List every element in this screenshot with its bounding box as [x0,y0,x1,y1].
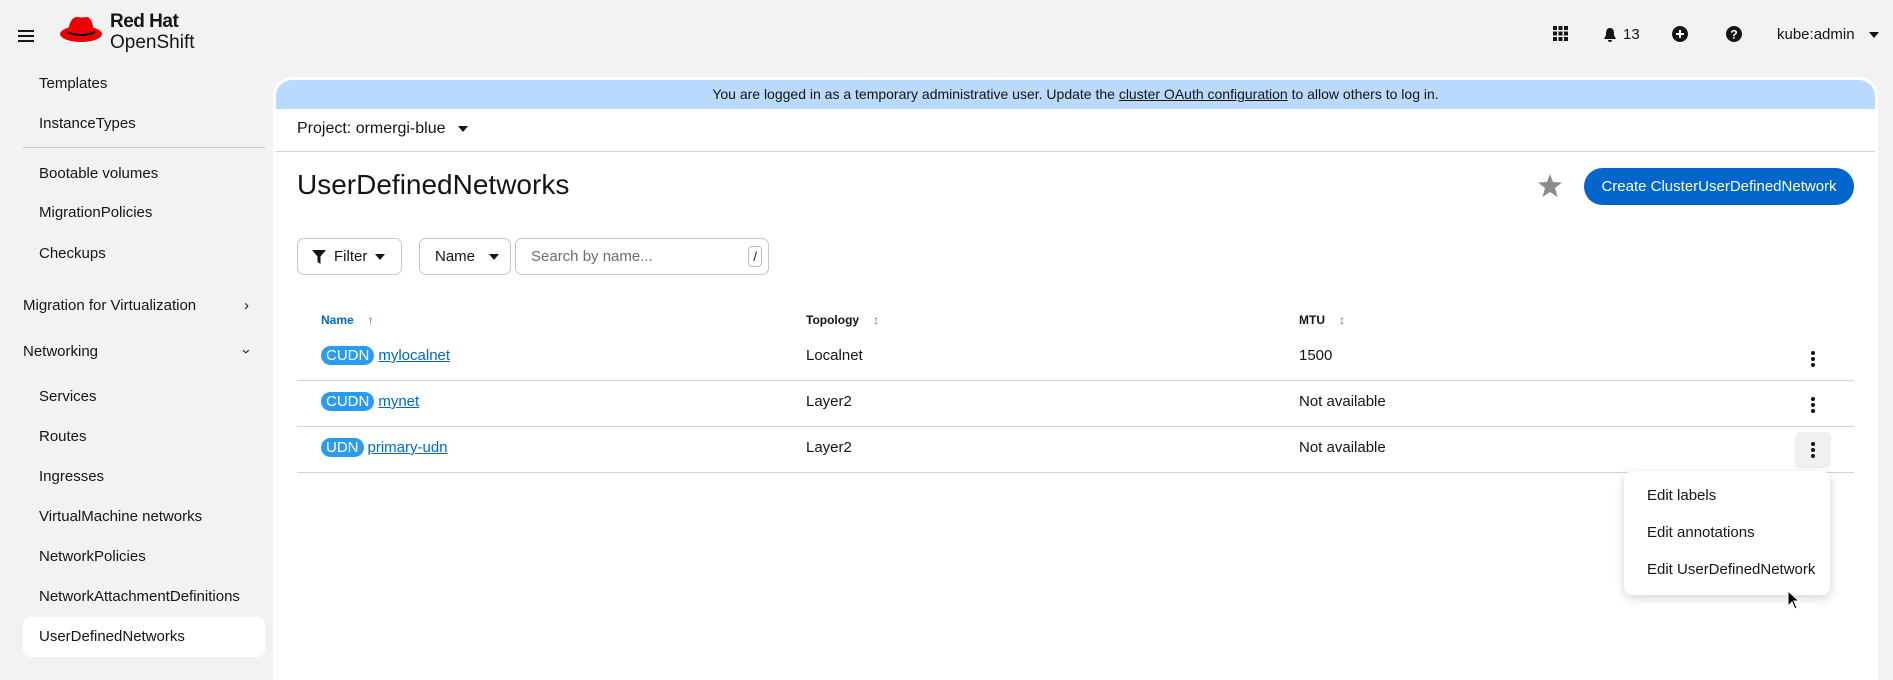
redhat-fedora-icon [60,16,102,42]
user-menu[interactable]: kube:admin [1777,26,1879,43]
sort-icon: ↕ [1339,313,1345,327]
sidebar-item-routes[interactable]: Routes [39,428,87,445]
logo[interactable]: Red Hat OpenShift [58,12,195,54]
menu-item-edit-udn[interactable]: Edit UserDefinedNetwork [1647,561,1815,578]
column-label: Topology [806,313,860,327]
table-row: CUDN mynet Layer2 Not available [297,381,1854,427]
favorite-star-icon[interactable] [1538,174,1562,197]
sidebar-item-services[interactable]: Services [39,388,97,405]
sidebar-group-migration[interactable]: Migration for Virtualization › [23,297,249,314]
notifications-button[interactable]: 13 [1603,26,1640,43]
column-label: MTU [1299,313,1325,327]
sidebar-item-templates[interactable]: Templates [39,75,107,92]
filter-dropdown[interactable]: Filter [297,238,402,275]
network-link[interactable]: mylocalnet [378,347,450,364]
sidebar-item-checkups[interactable]: Checkups [39,245,106,262]
page-title: UserDefinedNetworks [297,169,570,200]
row-actions-kebab-active[interactable] [1795,432,1831,468]
chevron-down-icon: › [238,349,255,354]
row-actions-menu: Edit labels Edit annotations Edit UserDe… [1624,471,1830,595]
mouse-cursor-icon [1787,590,1801,610]
grid-icon [1553,26,1568,41]
name-select[interactable]: Name [419,238,511,275]
group-label: Migration for Virtualization [23,297,197,314]
sidebar-item-ingresses[interactable]: Ingresses [39,468,104,485]
caret-down-icon [489,253,500,260]
name-select-label: Name [435,248,476,265]
column-label: Name [321,313,354,327]
sidebar-item-nad[interactable]: NetworkAttachmentDefinitions [39,588,240,605]
mtu-cell: Not available [1299,393,1386,410]
network-link[interactable]: mynet [378,393,419,410]
sidebar-item-vm-networks[interactable]: VirtualMachine networks [39,508,202,525]
sidebar-item-migrationpolicies[interactable]: MigrationPolicies [39,204,152,221]
sidebar-divider [23,147,265,148]
sidebar-group-networking[interactable]: Networking › [23,343,255,360]
brand-line2: OpenShift [110,32,195,53]
search-input[interactable]: Search by name... / [515,238,769,275]
caret-down-icon [1868,31,1879,38]
topology-cell: Localnet [806,347,863,364]
nav-toggle-button[interactable] [18,28,34,44]
table-row: UDN primary-udn Layer2 Not available [297,427,1854,473]
brand-line1: Red Hat [110,11,179,32]
banner-text-end: to allow others to log in. [1287,86,1439,102]
chevron-right-icon: › [244,297,249,314]
topology-cell: Layer2 [806,393,852,410]
create-cudn-button[interactable]: Create ClusterUserDefinedNetwork [1584,168,1854,205]
row-actions-kebab[interactable] [1795,341,1831,377]
help-button[interactable]: ? [1726,26,1742,42]
table-row: CUDN mylocalnet Localnet 1500 [297,335,1854,381]
caret-down-icon [457,126,468,132]
topology-cell: Layer2 [806,439,852,456]
help-icon: ? [1726,26,1742,42]
project-label: Project: ormergi-blue [297,120,446,137]
sort-icon: ↕ [873,313,880,327]
banner-text: You are logged in as a temporary adminis… [712,86,1119,102]
plus-circle-icon [1672,26,1688,42]
oauth-link[interactable]: cluster OAuth configuration [1119,86,1288,102]
type-badge: CUDN [321,392,375,411]
mtu-cell: 1500 [1299,347,1333,364]
mtu-cell: Not available [1299,439,1386,456]
keyboard-shortcut-hint: / [748,246,762,267]
admin-banner: You are logged in as a temporary adminis… [276,80,1875,109]
sidebar-item-bootable-volumes[interactable]: Bootable volumes [39,165,158,182]
sidebar-item-networkpolicies[interactable]: NetworkPolicies [39,548,146,565]
column-header-name[interactable]: Name ↑ [321,313,374,327]
menu-item-edit-annotations[interactable]: Edit annotations [1647,524,1755,541]
svg-text:?: ? [1730,28,1737,42]
search-placeholder: Search by name... [531,248,653,265]
notifications-count: 13 [1623,26,1640,43]
menu-item-edit-labels[interactable]: Edit labels [1647,487,1716,504]
quick-create-button[interactable] [1672,26,1688,42]
filter-icon [312,249,326,264]
app-launcher-button[interactable] [1553,26,1568,41]
type-badge: CUDN [321,346,375,365]
column-header-mtu[interactable]: MTU ↕ [1299,313,1345,327]
row-actions-kebab[interactable] [1795,387,1831,423]
sidebar-item-instancetypes[interactable]: InstanceTypes [39,115,136,132]
user-name: kube:admin [1777,26,1855,43]
project-selector[interactable]: Project: ormergi-blue [297,120,468,138]
filter-label: Filter [334,248,368,265]
type-badge: UDN [321,438,364,457]
sort-ascending-icon: ↑ [367,313,374,327]
column-header-topology[interactable]: Topology ↕ [806,313,879,327]
sidebar-item-udn[interactable]: UserDefinedNetworks [39,628,185,645]
group-label: Networking [23,343,99,360]
bell-icon [1604,27,1616,42]
caret-down-icon [375,253,386,260]
network-link[interactable]: primary-udn [368,439,448,456]
divider [276,151,1875,152]
